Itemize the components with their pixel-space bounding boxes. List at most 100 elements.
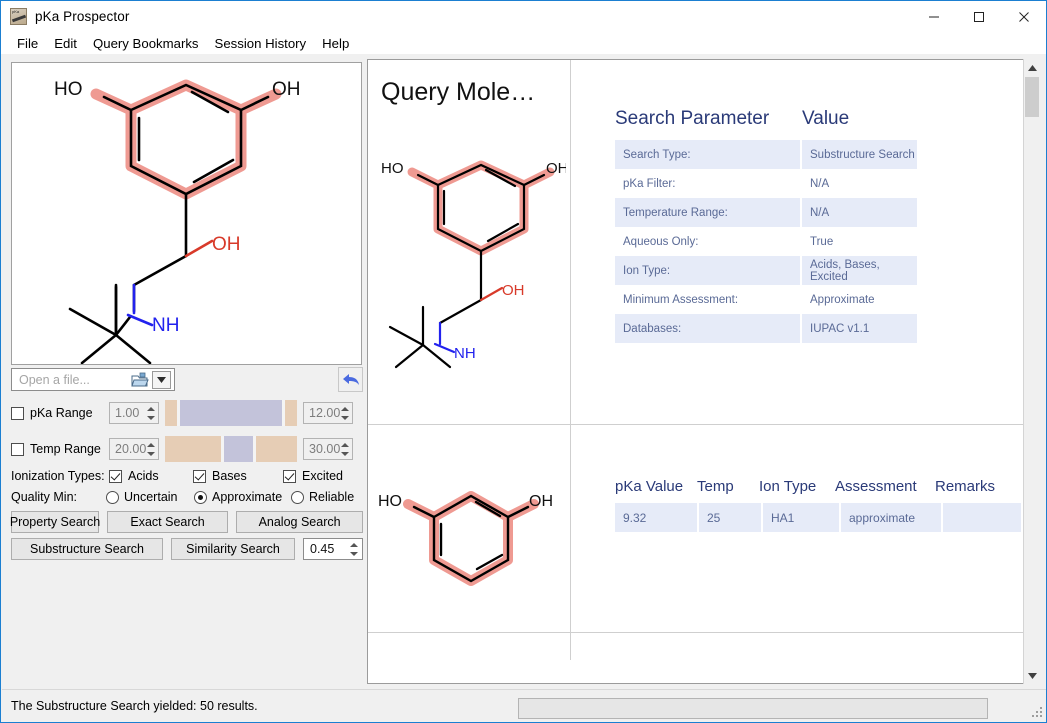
- svg-text:HO: HO: [378, 493, 402, 510]
- parameter-table-header: Search Parameter Value: [615, 108, 920, 130]
- approximate-radio[interactable]: [194, 490, 207, 504]
- pka-slider-fill: [179, 400, 283, 426]
- structure-display[interactable]: HO OH OH NH: [11, 62, 362, 365]
- close-button[interactable]: [1001, 1, 1046, 32]
- quality-reliable-option[interactable]: Reliable: [291, 490, 354, 504]
- temp-slider-handle-right[interactable]: [253, 436, 256, 462]
- value-header-label: Value: [802, 108, 850, 129]
- uncertain-radio[interactable]: [106, 490, 119, 504]
- temp-min-spin-arrows[interactable]: [144, 440, 157, 458]
- app-icon: [10, 8, 27, 25]
- search-buttons-row-2: Substructure Search Similarity Search 0.…: [11, 538, 363, 560]
- table-row: Databases: IUPAC v1.1: [615, 314, 920, 343]
- property-search-button[interactable]: Property Search: [10, 511, 100, 533]
- menu-edit[interactable]: Edit: [46, 35, 85, 52]
- terbutaline-structure-svg-small: HO OH OH NH: [381, 160, 569, 369]
- main-body: HO OH OH NH Open a file... pKa Range 1.0…: [2, 54, 1046, 722]
- svg-text:OH: OH: [546, 160, 566, 177]
- vertical-scroll-thumb[interactable]: [1025, 77, 1039, 117]
- exact-search-button[interactable]: Exact Search: [107, 511, 229, 533]
- temp-range-label: Temp Range: [30, 442, 101, 456]
- minimize-button[interactable]: [911, 1, 956, 32]
- pka-range-slider[interactable]: [165, 400, 297, 426]
- scroll-down-button[interactable]: [1024, 667, 1040, 684]
- pka-range-max-value: 12.00: [309, 406, 341, 420]
- scroll-up-button[interactable]: [1024, 59, 1040, 76]
- temp-range-max-spinner[interactable]: 30.00: [303, 438, 353, 460]
- pka-range-max-spinner[interactable]: 12.00: [303, 402, 353, 424]
- temp-slider-handle-left[interactable]: [221, 436, 224, 462]
- folder-open-icon[interactable]: [131, 372, 149, 388]
- menu-bar: File Edit Query Bookmarks Session Histor…: [1, 32, 1046, 54]
- pka-max-spin-arrows[interactable]: [338, 404, 351, 422]
- excited-checkbox[interactable]: [283, 469, 296, 483]
- ionization-types-row: Ionization Types: Acids Bases Excited: [11, 466, 362, 486]
- menu-file[interactable]: File: [9, 35, 46, 52]
- undo-arrow-icon: [342, 374, 359, 385]
- similarity-threshold-spinner[interactable]: 0.45: [303, 538, 363, 560]
- quality-min-label: Quality Min:: [11, 490, 77, 504]
- quality-approximate-option[interactable]: Approximate: [194, 490, 291, 504]
- pka-range-min-spinner[interactable]: 1.00: [109, 402, 159, 424]
- bases-checkbox[interactable]: [193, 469, 206, 483]
- approximate-label: Approximate: [212, 490, 283, 504]
- temp-slider-fill: [223, 436, 253, 462]
- temp-max-spin-arrows[interactable]: [338, 440, 351, 458]
- svg-text:HO: HO: [54, 79, 83, 100]
- undo-button[interactable]: [338, 367, 363, 392]
- ionization-acids-option[interactable]: Acids: [109, 469, 193, 483]
- ionization-bases-option[interactable]: Bases: [193, 469, 283, 483]
- table-row: Minimum Assessment: Approximate: [615, 285, 920, 314]
- menu-session-history[interactable]: Session History: [207, 35, 315, 52]
- quality-uncertain-option[interactable]: Uncertain: [106, 490, 194, 504]
- file-dropdown-button[interactable]: [152, 370, 171, 389]
- temp-range-slider[interactable]: [165, 436, 297, 462]
- results-content: Query Mole… HO O OH NH HO OH Search Para…: [368, 60, 1023, 660]
- pka-slider-handle-right[interactable]: [282, 400, 285, 426]
- pka-range-checkbox[interactable]: [11, 406, 24, 420]
- acids-checkbox[interactable]: [109, 469, 122, 483]
- pka-min-spin-arrows[interactable]: [144, 404, 157, 422]
- param-name: Ion Type:: [623, 264, 671, 277]
- param-name: Databases:: [623, 322, 682, 335]
- param-name: Temperature Range:: [623, 206, 728, 219]
- query-molecule-structure: HO OH OH NH: [376, 145, 569, 405]
- excited-label: Excited: [302, 469, 343, 483]
- query-molecule-title: Query Mole…: [381, 78, 536, 106]
- temp-range-checkbox[interactable]: [11, 442, 24, 456]
- temp-range-checkbox-wrap[interactable]: Temp Range: [11, 442, 109, 456]
- temp-cell: 25: [699, 503, 761, 532]
- substructure-search-button[interactable]: Substructure Search: [11, 538, 163, 560]
- hit-molecule-structure: HO OH: [376, 480, 566, 620]
- maximize-button[interactable]: [956, 1, 1001, 32]
- param-value: True: [810, 235, 834, 248]
- similarity-threshold-value: 0.45: [310, 542, 335, 556]
- file-path-input[interactable]: Open a file...: [11, 368, 175, 391]
- file-input-placeholder: Open a file...: [19, 372, 90, 387]
- param-value: N/A: [810, 206, 830, 219]
- window-title: pKa Prospector: [35, 9, 130, 24]
- ionization-types-label: Ionization Types:: [11, 469, 105, 483]
- left-control-panel: HO OH OH NH Open a file... pKa Range 1.0…: [2, 54, 363, 689]
- resize-grip[interactable]: [1032, 707, 1044, 719]
- parameter-header-label: Search Parameter: [615, 108, 770, 129]
- menu-help[interactable]: Help: [314, 35, 357, 52]
- results-row-divider-2: [368, 632, 1023, 633]
- ionization-excited-option[interactable]: Excited: [283, 469, 343, 483]
- svg-text:OH: OH: [272, 79, 301, 100]
- assessment-header: Assessment: [835, 478, 917, 495]
- analog-search-button[interactable]: Analog Search: [236, 511, 363, 533]
- similarity-search-button[interactable]: Similarity Search: [171, 538, 295, 560]
- temp-range-min-spinner[interactable]: 20.00: [109, 438, 159, 460]
- menu-query-bookmarks[interactable]: Query Bookmarks: [85, 35, 207, 52]
- pka-range-checkbox-wrap[interactable]: pKa Range: [11, 406, 109, 420]
- progress-bar: [518, 698, 988, 719]
- similarity-spin-arrows[interactable]: [347, 540, 360, 558]
- pka-slider-handle-left[interactable]: [177, 400, 180, 426]
- bases-label: Bases: [212, 469, 247, 483]
- reliable-radio[interactable]: [291, 490, 304, 504]
- pka-value-header: pKa Value: [615, 478, 684, 495]
- results-vertical-scrollbar[interactable]: [1023, 59, 1039, 684]
- temp-range-row: Temp Range 20.00 30.00: [11, 435, 362, 463]
- svg-text:NH: NH: [454, 345, 476, 362]
